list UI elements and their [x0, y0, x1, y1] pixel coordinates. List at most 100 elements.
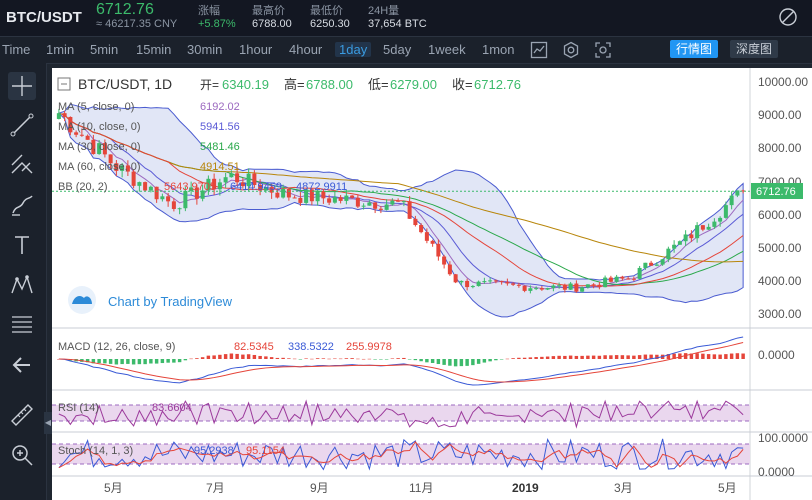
ohlc-low: 6279.00	[390, 77, 437, 92]
macd-histogram-bar	[522, 357, 527, 359]
macd-histogram-bar	[137, 359, 142, 365]
macd-histogram-bar	[154, 359, 159, 364]
ma30-value: 5481.46	[200, 141, 240, 153]
macd-histogram-bar	[574, 355, 579, 359]
tf-time[interactable]: Time	[2, 42, 30, 57]
fib-tool-icon[interactable]	[8, 311, 36, 339]
bb-basis-value: 5643.9705	[164, 181, 216, 193]
macd-histogram-bar	[448, 359, 452, 366]
macd-histogram-bar	[281, 357, 285, 359]
candle-body	[344, 195, 349, 201]
candle-body	[493, 280, 498, 282]
macd-histogram-bar	[114, 359, 119, 365]
candle-body	[666, 248, 671, 260]
macd-histogram-bar	[108, 359, 113, 364]
back-arrow-icon[interactable]	[8, 351, 36, 379]
tf-1mon[interactable]: 1mon	[482, 42, 515, 57]
tf-5day[interactable]: 5day	[383, 42, 411, 57]
macd-histogram-bar	[223, 354, 228, 359]
price-chart[interactable]: 10000.00 9000.00 8000.00 7000.00 6000.00…	[52, 68, 812, 500]
toolbar-collapse-button[interactable]: ◀	[44, 412, 52, 434]
macd-histogram-bar	[729, 353, 734, 359]
tf-1week[interactable]: 1week	[428, 42, 466, 57]
depth-mode-button[interactable]: 深度图	[730, 40, 779, 58]
ruler-tool-icon[interactable]	[8, 401, 36, 429]
macd-histogram-bar	[258, 355, 262, 359]
ma5-label: MA (5, close, 0)	[58, 101, 134, 113]
brush-tool-icon[interactable]	[8, 191, 36, 219]
candle-body	[511, 283, 516, 285]
tf-1day[interactable]: 1day	[335, 42, 372, 57]
pattern-tool-icon[interactable]	[8, 271, 36, 299]
candle-body	[447, 264, 452, 275]
macd-histogram-bar	[603, 355, 607, 359]
macd-histogram-bar	[459, 359, 464, 367]
candle-body	[574, 283, 579, 292]
pitchfork-tool-icon[interactable]	[8, 151, 36, 179]
trendline-tool-icon[interactable]	[8, 111, 36, 139]
macd-histogram-bar	[275, 357, 280, 359]
stat-high-value: 6788.00	[252, 18, 292, 30]
tf-1hour[interactable]: 1hour	[239, 42, 272, 57]
tf-15min[interactable]: 15min	[136, 42, 171, 57]
candle-body	[292, 197, 297, 199]
candle-body	[516, 284, 521, 286]
macd-histogram-bar	[626, 355, 630, 359]
candle-body	[672, 244, 677, 249]
macd-histogram-bar	[264, 356, 268, 359]
macd-histogram-bar	[402, 357, 406, 359]
macd-histogram-bar	[580, 355, 584, 359]
bollinger-band	[57, 103, 744, 318]
bb-label: BB (20, 2)	[58, 181, 108, 193]
macd-hist-value: 82.5345	[234, 341, 274, 353]
time-tick: 9月	[310, 481, 329, 495]
macd-histogram-bar	[172, 359, 176, 363]
crosshair-tool-icon[interactable]	[8, 72, 36, 100]
candle-body	[706, 226, 711, 230]
candle-body	[505, 282, 510, 284]
tf-5min[interactable]: 5min	[90, 42, 118, 57]
macd-histogram-bar	[494, 359, 498, 361]
tf-4hour[interactable]: 4hour	[289, 42, 322, 57]
ohlc-open-label: 开=	[200, 78, 219, 92]
macd-histogram-bar	[321, 358, 326, 359]
chart-type-icon[interactable]	[530, 41, 548, 59]
macd-histogram-bar	[189, 358, 193, 360]
text-tool-icon[interactable]	[8, 231, 36, 259]
macd-histogram-bar	[287, 358, 291, 359]
tf-1min[interactable]: 1min	[46, 42, 74, 57]
zoom-in-icon[interactable]	[8, 441, 36, 469]
rsi-label: RSI (14)	[58, 402, 99, 414]
macd-histogram-bar	[534, 357, 538, 359]
macd-histogram-bar	[298, 359, 303, 360]
fullscreen-icon[interactable]	[778, 7, 798, 27]
macd-histogram-bar	[545, 356, 550, 359]
macd-histogram-bar	[149, 359, 153, 364]
kline-mode-button[interactable]: 行情图	[670, 40, 719, 58]
candle-body	[585, 284, 590, 288]
stat-high-label: 最高价	[252, 5, 285, 17]
ma10-value: 5941.56	[200, 121, 240, 133]
macd-histogram-bar	[471, 359, 475, 366]
candle-body	[223, 177, 228, 183]
time-tick: 5月	[104, 481, 123, 495]
candle-body	[62, 113, 67, 117]
macd-histogram-bar	[384, 359, 389, 360]
screenshot-icon[interactable]	[594, 41, 612, 59]
candle-body	[166, 196, 171, 202]
time-axis: 5月 7月 9月 11月 2019 3月 5月	[104, 481, 737, 495]
candle-body	[608, 277, 613, 282]
candle-body	[407, 201, 412, 219]
settings-icon[interactable]	[562, 41, 580, 59]
tf-30min[interactable]: 30min	[187, 42, 222, 57]
macd-histogram-bar	[183, 359, 188, 361]
tradingview-watermark[interactable]: Chart by TradingView	[68, 286, 233, 314]
drawing-toolbar	[0, 63, 47, 500]
macd-histogram-bar	[511, 358, 515, 359]
candle-body	[700, 225, 705, 230]
candle-body	[79, 134, 84, 136]
candle-body	[677, 241, 682, 245]
candle-body	[298, 197, 303, 203]
ohlc-low-label: 低=	[368, 77, 389, 92]
macd-histogram-bar	[373, 359, 377, 360]
